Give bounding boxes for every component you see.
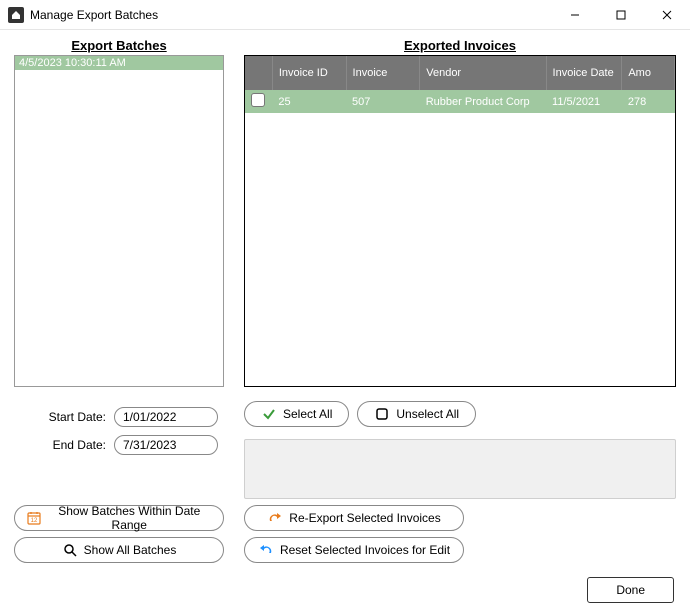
unchecked-icon bbox=[374, 406, 390, 422]
exported-invoices-title: Exported Invoices bbox=[244, 38, 676, 53]
app-icon bbox=[8, 7, 24, 23]
end-date-label: End Date: bbox=[14, 438, 114, 452]
show-batches-range-label: Show Batches Within Date Range bbox=[47, 504, 211, 532]
batch-item[interactable]: 4/5/2023 10:30:11 AM bbox=[15, 56, 223, 70]
reset-button[interactable]: Reset Selected Invoices for Edit bbox=[244, 537, 464, 563]
cell-invoice-date: 11/5/2021 bbox=[546, 90, 622, 113]
col-checkbox[interactable] bbox=[245, 56, 272, 90]
cell-invoice: 507 bbox=[346, 90, 420, 113]
end-date-input[interactable] bbox=[114, 435, 218, 455]
reexport-button[interactable]: Re-Export Selected Invoices bbox=[244, 505, 464, 531]
maximize-button[interactable] bbox=[598, 0, 644, 30]
start-date-input[interactable] bbox=[114, 407, 218, 427]
export-arrow-icon bbox=[267, 510, 283, 526]
unselect-all-label: Unselect All bbox=[396, 407, 459, 421]
cell-amount: 278 bbox=[622, 90, 675, 113]
status-panel bbox=[244, 439, 676, 499]
reexport-label: Re-Export Selected Invoices bbox=[289, 511, 440, 525]
window-controls bbox=[552, 0, 690, 30]
unselect-all-button[interactable]: Unselect All bbox=[357, 401, 476, 427]
row-checkbox[interactable] bbox=[251, 93, 265, 107]
select-all-label: Select All bbox=[283, 407, 332, 421]
export-batches-list[interactable]: 4/5/2023 10:30:11 AM bbox=[14, 55, 224, 387]
reset-label: Reset Selected Invoices for Edit bbox=[280, 543, 450, 557]
col-invoice-id[interactable]: Invoice ID bbox=[272, 56, 346, 90]
table-row[interactable]: 25 507 Rubber Product Corp 11/5/2021 278 bbox=[245, 90, 675, 113]
show-all-batches-label: Show All Batches bbox=[84, 543, 177, 557]
calendar-icon: 12 bbox=[27, 510, 41, 526]
export-batches-title: Export Batches bbox=[14, 38, 224, 53]
done-label: Done bbox=[616, 583, 645, 597]
titlebar: Manage Export Batches bbox=[0, 0, 690, 30]
show-batches-range-button[interactable]: 12 Show Batches Within Date Range bbox=[14, 505, 224, 531]
search-icon bbox=[62, 542, 78, 558]
select-all-button[interactable]: Select All bbox=[244, 401, 349, 427]
done-button[interactable]: Done bbox=[587, 577, 674, 603]
show-all-batches-button[interactable]: Show All Batches bbox=[14, 537, 224, 563]
check-icon bbox=[261, 406, 277, 422]
col-invoice-date[interactable]: Invoice Date bbox=[546, 56, 622, 90]
start-date-label: Start Date: bbox=[14, 410, 114, 424]
undo-icon bbox=[258, 542, 274, 558]
cell-vendor: Rubber Product Corp bbox=[420, 90, 546, 113]
close-button[interactable] bbox=[644, 0, 690, 30]
col-vendor[interactable]: Vendor bbox=[420, 56, 546, 90]
cell-invoice-id: 25 bbox=[272, 90, 346, 113]
col-amount[interactable]: Amo bbox=[622, 56, 675, 90]
exported-invoices-grid[interactable]: Invoice ID Invoice Vendor Invoice Date A… bbox=[244, 55, 676, 387]
svg-text:12: 12 bbox=[31, 518, 38, 524]
col-invoice[interactable]: Invoice bbox=[346, 56, 420, 90]
window-title: Manage Export Batches bbox=[30, 8, 158, 22]
minimize-button[interactable] bbox=[552, 0, 598, 30]
